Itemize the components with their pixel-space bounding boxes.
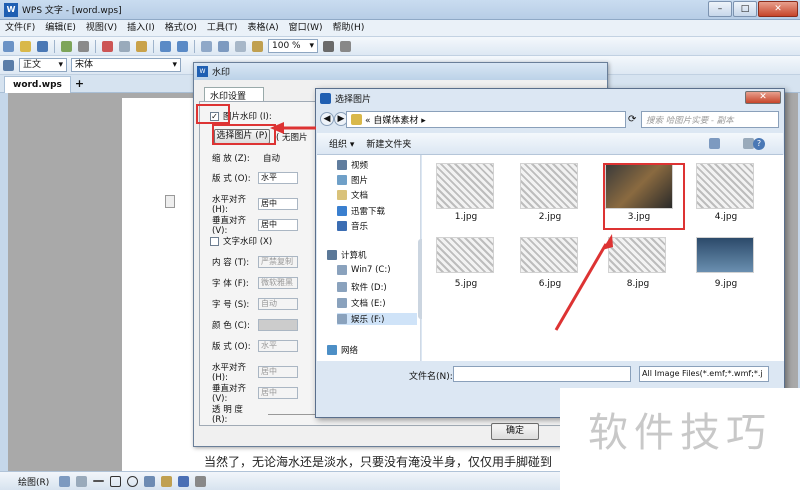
- arrow-head-1: [270, 122, 284, 134]
- arrow-head-2: [602, 234, 613, 250]
- overlay-caption: 软件技巧: [560, 388, 800, 490]
- arrow-to-file-3: [554, 243, 608, 331]
